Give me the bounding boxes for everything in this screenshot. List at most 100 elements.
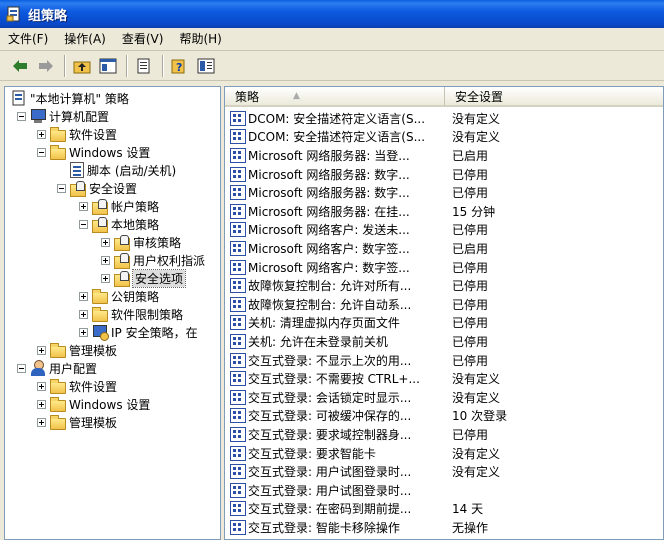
collapse-toggle[interactable] <box>17 363 26 373</box>
tree-item-label: 安全设置 <box>89 181 138 196</box>
tree-item-software-settings[interactable]: 软件设置 <box>37 125 117 143</box>
table-row[interactable]: DCOM: 安全描述符定义语言(S... 没有定义 <box>225 128 663 147</box>
table-row[interactable]: Microsoft 网络服务器: 数字... 已停用 <box>225 183 663 202</box>
expand-toggle[interactable] <box>101 273 110 283</box>
policy-setting-icon <box>230 147 246 163</box>
tree-item-label: 安全选项 <box>131 268 187 288</box>
export-list-icon[interactable] <box>132 54 156 78</box>
tree-item-windows-settings[interactable]: Windows 设置 <box>37 143 150 161</box>
tree-item-user-software-settings[interactable]: 软件设置 <box>37 377 117 395</box>
policy-setting-icon <box>230 222 246 238</box>
tree-item-label: 管理模板 <box>69 343 118 358</box>
title-bar: 组策略 <box>0 0 664 28</box>
expand-toggle[interactable] <box>37 345 46 355</box>
tree-item-security-settings[interactable]: 安全设置 <box>57 179 137 197</box>
tree-item-local-policies[interactable]: 本地策略 <box>79 215 159 233</box>
tree-item-user-windows-settings[interactable]: Windows 设置 <box>37 395 150 413</box>
tree-item-user-config[interactable]: 用户配置 <box>17 359 97 377</box>
tree-item-label: 软件设置 <box>69 379 118 394</box>
collapse-toggle[interactable] <box>79 219 88 229</box>
toolbar-separator <box>162 54 164 77</box>
table-row[interactable]: 故障恢复控制台: 允许对所有... 已停用 <box>225 276 663 295</box>
expand-toggle[interactable] <box>79 201 88 211</box>
table-row[interactable]: 关机: 清理虚拟内存页面文件 已停用 <box>225 314 663 333</box>
properties-icon[interactable] <box>194 54 218 78</box>
security-setting-value: 没有定义 <box>452 465 501 480</box>
menu-file[interactable]: 文件(F) <box>0 29 56 49</box>
folder-icon <box>50 126 66 142</box>
tree-item-label: 公钥策略 <box>111 289 160 304</box>
table-row[interactable]: Microsoft 网络服务器: 当登... 已启用 <box>225 146 663 165</box>
expand-toggle[interactable] <box>37 129 46 139</box>
collapse-toggle[interactable] <box>37 147 46 157</box>
tree-item-ip-security[interactable]: IP 安全策略，在 <box>79 323 198 341</box>
forward-arrow-icon[interactable] <box>34 54 58 78</box>
table-row[interactable]: 交互式登录: 不需要按 CTRL+... 没有定义 <box>225 369 663 388</box>
security-icon <box>92 198 108 215</box>
tree-item-local-computer-policy[interactable]: "本地计算机" 策略 <box>11 89 129 107</box>
table-row[interactable]: Microsoft 网络服务器: 在挂... 15 分钟 <box>225 202 663 221</box>
table-row[interactable]: 交互式登录: 智能卡移除操作 无操作 <box>225 518 663 537</box>
policy-name: Microsoft 网络服务器: 数字... <box>248 186 410 201</box>
policy-name: Microsoft 网络服务器: 在挂... <box>248 204 410 219</box>
expand-toggle[interactable] <box>37 381 46 391</box>
collapse-toggle[interactable] <box>17 111 26 121</box>
table-row[interactable]: 关机: 允许在未登录前关机 已停用 <box>225 332 663 351</box>
table-row[interactable]: 交互式登录: 用户试图登录时... <box>225 481 663 500</box>
expand-toggle[interactable] <box>37 399 46 409</box>
up-folder-icon[interactable] <box>70 54 94 78</box>
tree-item-audit-policy[interactable]: 审核策略 <box>101 233 181 251</box>
tree-item-user-rights[interactable]: 用户权利指派 <box>101 251 205 269</box>
table-row[interactable]: Microsoft 网络客户: 发送未... 已停用 <box>225 221 663 240</box>
tree-item-security-options[interactable]: 安全选项 <box>101 268 187 288</box>
tree-item-account-policies[interactable]: 帐户策略 <box>79 197 159 215</box>
expand-toggle[interactable] <box>79 291 88 301</box>
table-row[interactable]: Microsoft 网络客户: 数字签... 已启用 <box>225 239 663 258</box>
tree-pane[interactable]: "本地计算机" 策略 计算机配置 软件设置 Windows 设置 脚本 (启动/… <box>4 86 221 540</box>
expand-toggle[interactable] <box>101 237 110 247</box>
folder-icon <box>50 144 66 160</box>
table-row[interactable]: Microsoft 网络服务器: 数字... 已停用 <box>225 165 663 184</box>
tree-item-label: IP 安全策略，在 <box>111 325 198 340</box>
policy-name: DCOM: 安全描述符定义语言(S... <box>248 111 426 126</box>
security-setting-value: 已停用 <box>452 353 489 368</box>
menu-action[interactable]: 操作(A) <box>56 29 114 49</box>
tree-item-admin-templates[interactable]: 管理模板 <box>37 341 117 359</box>
help-icon[interactable]: ? <box>168 54 192 78</box>
table-row[interactable]: DCOM: 安全描述符定义语言(S... 没有定义 <box>225 109 663 128</box>
security-icon <box>114 270 130 287</box>
svg-text:?: ? <box>176 61 182 74</box>
policy-setting-icon <box>230 203 246 219</box>
table-row[interactable]: 交互式登录: 要求域控制器身... 已停用 <box>225 425 663 444</box>
back-arrow-icon[interactable] <box>8 54 32 78</box>
table-row[interactable]: 交互式登录: 要求智能卡 没有定义 <box>225 444 663 463</box>
menu-bar: 文件(F) 操作(A) 查看(V) 帮助(H) <box>0 28 664 51</box>
policy-name: 交互式登录: 可被缓冲保存的... <box>248 409 412 424</box>
table-row[interactable]: 交互式登录: 可被缓冲保存的... 10 次登录 <box>225 407 663 426</box>
table-row[interactable]: 交互式登录: 用户试图登录时... 没有定义 <box>225 462 663 481</box>
policy-list-pane[interactable]: 策略 ▲ 安全设置 DCOM: 安全描述符定义语言(S... 没有定义 DCOM: … <box>224 86 664 540</box>
policy-setting-icon <box>230 464 246 480</box>
tree-item-computer-config[interactable]: 计算机配置 <box>17 107 109 125</box>
tree-item-software-restriction[interactable]: 软件限制策略 <box>79 305 183 323</box>
tree-item-scripts[interactable]: 脚本 (启动/关机) <box>57 161 176 179</box>
menu-view[interactable]: 查看(V) <box>114 29 172 49</box>
policy-name: 交互式登录: 在密码到期前提... <box>248 502 412 517</box>
table-row[interactable]: 故障恢复控制台: 允许自动系... 已停用 <box>225 295 663 314</box>
show-tree-icon[interactable] <box>96 54 120 78</box>
table-row[interactable]: 交互式登录: 不显示上次的用... 已停用 <box>225 351 663 370</box>
table-row[interactable]: 交互式登录: 会话锁定时显示... 没有定义 <box>225 388 663 407</box>
table-row[interactable]: 交互式登录: 在密码到期前提... 14 天 <box>225 500 663 519</box>
expand-toggle[interactable] <box>79 309 88 319</box>
table-row[interactable]: Microsoft 网络客户: 数字签... 已停用 <box>225 258 663 277</box>
tree-item-user-admin-templates[interactable]: 管理模板 <box>37 413 117 431</box>
collapse-toggle[interactable] <box>57 183 66 193</box>
expand-toggle[interactable] <box>37 417 46 427</box>
expand-toggle[interactable] <box>101 255 110 265</box>
expand-toggle[interactable] <box>79 327 88 337</box>
security-setting-value: 已启用 <box>452 241 489 256</box>
menu-help[interactable]: 帮助(H) <box>171 29 229 49</box>
tree-item-public-key-policies[interactable]: 公钥策略 <box>79 287 159 305</box>
column-header-policy[interactable]: 策略 ▲ <box>225 87 445 107</box>
column-header-security-setting[interactable]: 安全设置 <box>445 87 663 107</box>
